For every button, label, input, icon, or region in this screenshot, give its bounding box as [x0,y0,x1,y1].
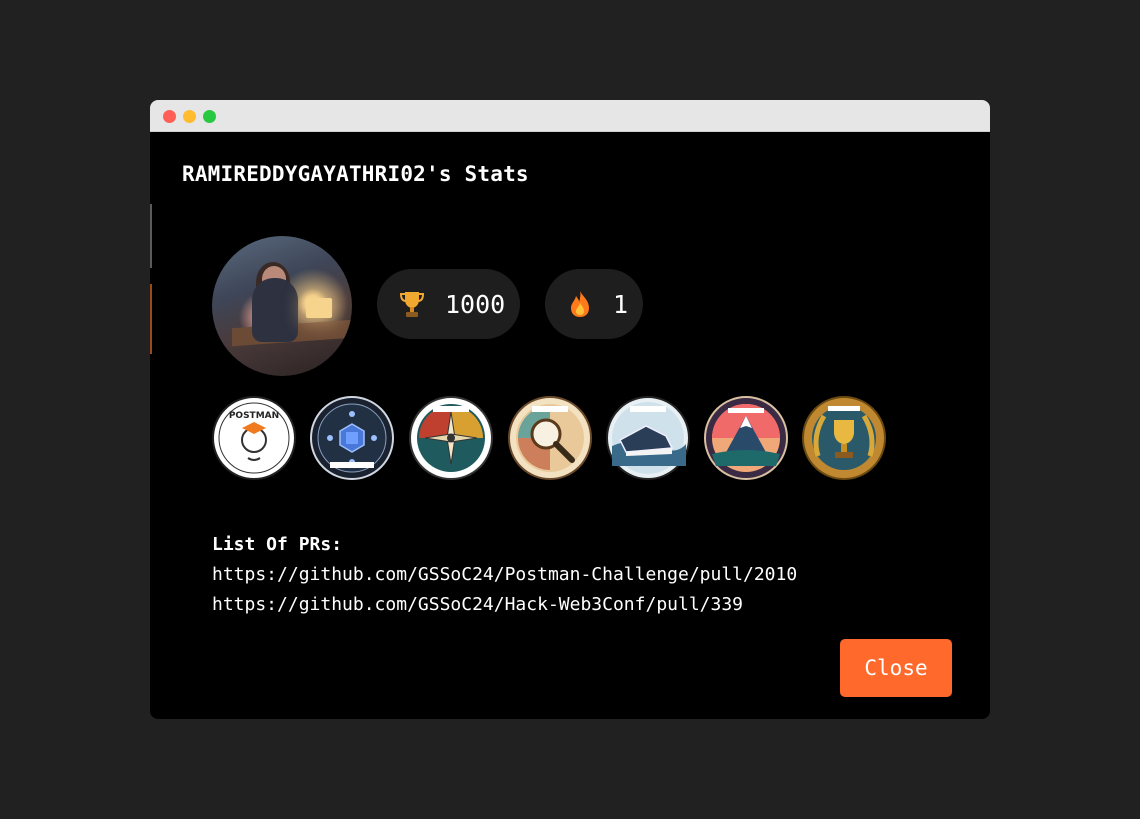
trophy-wreath-badge[interactable] [802,396,886,480]
stats-modal-window: RAMIREDDYGAYATHRI02's Stats 1000 1 POSTM… [150,100,990,719]
window-titlebar [150,100,990,132]
background-sliver-accent [150,284,152,354]
points-value: 1000 [445,289,506,319]
hack-web3conf-2024-badge[interactable] [310,396,394,480]
close-window-dot[interactable] [163,110,176,123]
compass-badge[interactable] [409,396,493,480]
fire-icon [571,291,589,317]
postman-badge-text: POSTMAN [229,411,279,421]
mountain-badge[interactable] [704,396,788,480]
pr-list-label: List Of PRs: [212,534,343,555]
magnifier-badge[interactable] [508,396,592,480]
postman-api-fundamentals-badge[interactable]: POSTMAN [212,396,296,480]
close-button[interactable]: Close [840,639,952,697]
streak-pill: 1 [545,269,643,339]
minimize-window-dot[interactable] [183,110,196,123]
sneaker-badge[interactable] [606,396,690,480]
points-pill: 1000 [377,269,520,339]
maximize-window-dot[interactable] [203,110,216,123]
background-sliver [150,204,152,268]
trophy-icon [399,292,425,317]
streak-value: 1 [613,289,629,319]
pr-list: List Of PRs: https://github.com/GSSoC24/… [212,530,797,620]
modal-title: RAMIREDDYGAYATHRI02's Stats [182,162,529,186]
avatar [212,236,352,376]
pr-link[interactable]: https://github.com/GSSoC24/Hack-Web3Conf… [212,590,797,620]
pr-link[interactable]: https://github.com/GSSoC24/Postman-Chall… [212,560,797,590]
